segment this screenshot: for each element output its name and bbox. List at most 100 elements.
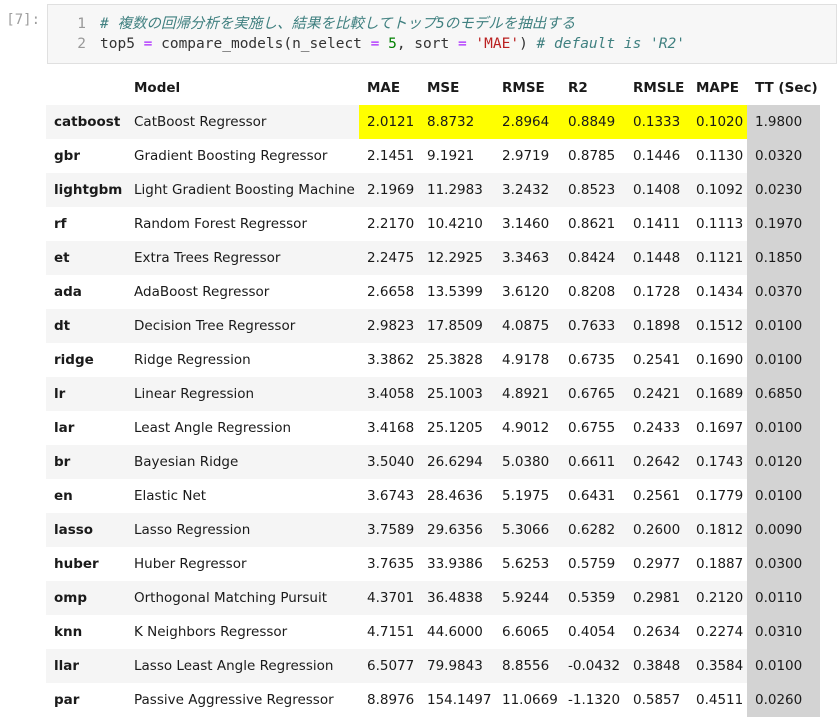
cell-tt: 0.0100 [747,649,820,683]
cell-model: K Neighbors Regressor [134,624,288,640]
row-index: omp [54,590,88,606]
cell-rmse: 4.0875 [502,318,550,334]
cell-rmsle: 0.2561 [633,488,681,504]
cell-mse: 26.6294 [427,454,483,470]
cell-mae: 2.0121 [359,105,419,139]
cell-rmse: 5.1975 [502,488,550,504]
table-row: ada AdaBoost Regressor 2.6658 13.5399 3.6120… [46,275,820,309]
cell-tt: 0.0090 [747,513,820,547]
cell-rmse: 4.9178 [502,352,550,368]
table-row: omp Orthogonal Matching Pursuit 4.3701 36.4… [46,581,820,615]
table-row: ridge Ridge Regression 3.3862 25.3828 4.9178… [46,343,820,377]
cell-model: Huber Regressor [134,556,247,572]
cell-mae: 8.8976 [367,692,415,708]
cell-r2: 0.6735 [568,352,616,368]
cell-tt: 0.0100 [747,343,820,377]
cell-model: Least Angle Regression [134,420,292,436]
cell-mse: 9.1921 [427,148,475,164]
cell-rmsle: 0.2433 [633,420,681,436]
table-row: lasso Lasso Regression 3.7589 29.6356 5.3066… [46,513,820,547]
cell-mape: 0.1092 [696,182,744,198]
cell-mae: 3.5040 [367,454,415,470]
cell-rmsle: 0.3848 [633,658,681,674]
line-number: 2 [77,36,86,52]
cell-rmse: 5.9244 [502,590,550,606]
table-row: lightgbm Light Gradient Boosting Machine 2… [46,173,820,207]
cell-mape: 0.1512 [696,318,744,334]
cell-model: Light Gradient Boosting Machine [134,182,355,198]
code-cell-input[interactable]: 1 # 複数の回帰分析を実施し、結果を比較してトップ5のモデルを抽出する 2 top… [47,4,837,64]
column-header-rmse: RMSE [502,80,545,96]
cell-mse: 8.8732 [419,105,494,139]
cell-mape: 0.1689 [696,386,744,402]
cell-rmsle: 0.1898 [633,318,681,334]
cell-mae: 3.7635 [367,556,415,572]
row-index: lr [54,386,66,402]
cell-mse: 28.4636 [427,488,483,504]
cell-r2: 0.5359 [568,590,616,606]
code-token: , sort [396,36,458,52]
cell-tt: 0.0300 [747,547,820,581]
cell-rmsle: 0.1728 [633,284,681,300]
row-index: lar [54,420,75,436]
table-row: huber Huber Regressor 3.7635 33.9386 5.6253 0… [46,547,820,581]
cell-mae: 3.7589 [367,522,415,538]
cell-tt: 0.0100 [747,309,820,343]
cell-mape: 0.1690 [696,352,744,368]
cell-rmse: 3.6120 [502,284,550,300]
cell-tt: 0.0120 [747,445,820,479]
row-index: huber [54,556,99,572]
row-index: knn [54,624,83,640]
column-header-mse: MSE [427,80,460,96]
row-index: rf [54,216,67,232]
cell-model: Linear Regression [134,386,255,402]
cell-tt: 0.0100 [747,479,820,513]
cell-r2: 0.8621 [568,216,616,232]
cell-mape: 0.1130 [696,148,744,164]
cell-rmsle: 0.1448 [633,250,681,266]
cell-mape: 0.1020 [688,105,747,139]
column-header-r2: R2 [568,80,588,96]
cell-rmsle: 0.1333 [625,105,688,139]
cell-mape: 0.1743 [696,454,744,470]
cell-model: Elastic Net [134,488,207,504]
row-index: ridge [54,352,94,368]
cell-tt: 0.0260 [747,683,820,717]
cell-rmse: 6.6065 [502,624,550,640]
cell-mae: 2.9823 [367,318,415,334]
cell-mse: 29.6356 [427,522,483,538]
table-row: lr Linear Regression 3.4058 25.1003 4.8921 0.… [46,377,820,411]
cell-model: CatBoost Regressor [134,114,267,130]
cell-mape: 0.1434 [696,284,744,300]
cell-mae: 4.3701 [367,590,415,606]
table-row: gbr Gradient Boosting Regressor 2.1451 9.19… [46,139,820,173]
row-index: llar [54,658,80,674]
code-number: 5 [388,36,397,52]
cell-r2: 0.8523 [568,182,616,198]
cell-mae: 6.5077 [367,658,415,674]
cell-mse: 33.9386 [427,556,483,572]
cell-mape: 0.1113 [696,216,744,232]
cell-rmse: 11.0669 [502,692,558,708]
table-row: rf Random Forest Regressor 2.2170 10.4210 3.… [46,207,820,241]
cell-model: Random Forest Regressor [134,216,307,232]
table-row: lar Least Angle Regression 3.4168 25.1205 4.… [46,411,820,445]
table-row: catboost CatBoost Regressor 2.0121 8.8732 2.… [46,105,820,139]
cell-rmsle: 0.1411 [633,216,681,232]
row-index: ada [54,284,82,300]
column-header-model: Model [134,80,181,96]
cell-tt: 0.1970 [747,207,820,241]
code-string: 'MAE' [475,36,520,52]
cell-rmse: 2.8964 [494,105,560,139]
table-row: et Extra Trees Regressor 2.2475 12.2925 3.34… [46,241,820,275]
cell-tt: 0.0310 [747,615,820,649]
cell-mape: 0.1121 [696,250,744,266]
cell-mape: 0.1887 [696,556,744,572]
row-index: catboost [54,114,121,130]
cell-mae: 3.3862 [367,352,415,368]
cell-mae: 2.2475 [367,250,415,266]
cell-mae: 2.1451 [367,148,415,164]
code-token: compare_models(n_select [152,36,371,52]
cell-mae: 3.4058 [367,386,415,402]
